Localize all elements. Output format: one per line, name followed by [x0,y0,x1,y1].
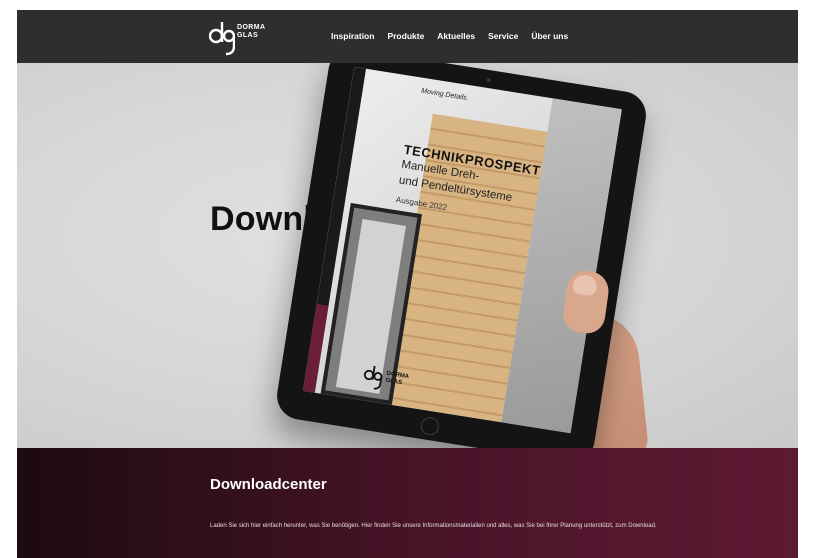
logo-wordmark: DORMA GLAS [237,24,265,40]
nav-item-produkte[interactable]: Produkte [387,31,424,41]
nav-item-aktuelles[interactable]: Aktuelles [437,31,475,41]
dg-logo-icon [363,365,383,390]
tablet-home-button [419,415,441,437]
nav-item-inspiration[interactable]: Inspiration [331,31,374,41]
brochure-tagline: Moving Details. [420,87,470,103]
dg-logo-icon [209,22,235,56]
logo[interactable]: DORMA GLAS [209,16,279,56]
tablet-camera [486,77,492,83]
hero-banner: Downloadcenter Moving Details. TECHNIKPR… [17,63,798,448]
section-description: Laden Sie sich hier einfach herunter, wa… [210,523,657,529]
logo-line-2: GLAS [237,32,259,39]
downloadcenter-section: Downloadcenter Laden Sie sich hier einfa… [17,448,798,558]
section-title: Downloadcenter [210,476,327,493]
main-nav: Inspiration Produkte Aktuelles Service Ü… [331,31,568,41]
nav-item-service[interactable]: Service [488,31,518,41]
site-header: DORMA GLAS Inspiration Produkte Aktuelle… [17,10,798,63]
logo-line-1: DORMA [237,24,266,31]
browser-viewport: DORMA GLAS Inspiration Produkte Aktuelle… [17,10,798,558]
nav-item-ueber-uns[interactable]: Über uns [531,31,568,41]
brochure-logo-text: DORMA GLAS [385,371,409,388]
tablet-image: Moving Details. TECHNIKPROSPEKT Manuelle… [273,63,650,448]
tablet-screen: Moving Details. TECHNIKPROSPEKT Manuelle… [302,66,622,434]
